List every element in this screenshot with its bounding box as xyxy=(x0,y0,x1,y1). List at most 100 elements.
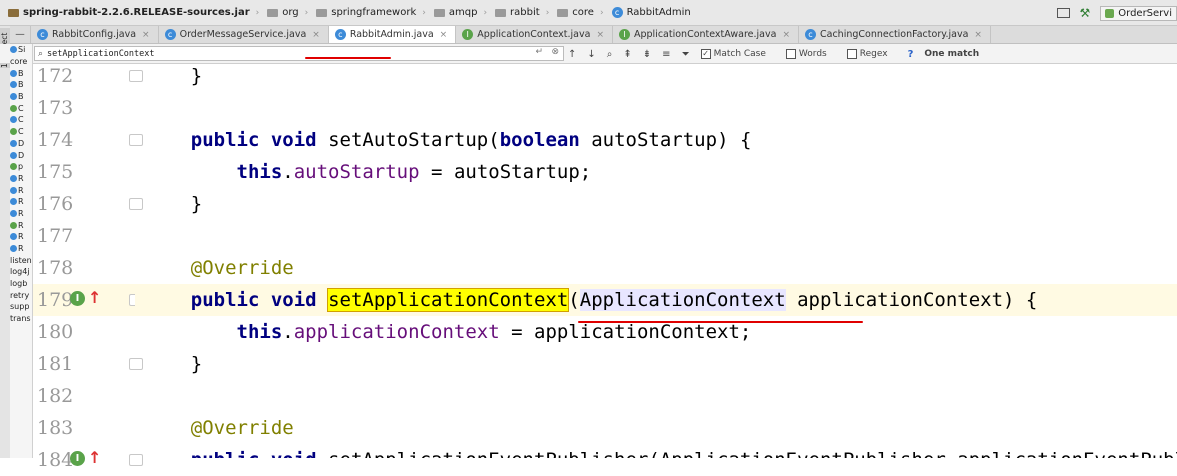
close-icon[interactable]: × xyxy=(440,30,448,40)
code-line[interactable]: @Override xyxy=(135,252,1177,284)
breadcrumb-item[interactable]: rabbit xyxy=(495,7,540,18)
code-line[interactable] xyxy=(135,92,1177,124)
close-icon[interactable]: × xyxy=(596,30,604,40)
breadcrumb-item-label: springframework xyxy=(331,7,416,18)
code-line[interactable]: public void setAutoStartup(boolean autoS… xyxy=(135,124,1177,156)
project-tree-item[interactable]: logb xyxy=(10,278,32,290)
class-icon: c xyxy=(37,29,48,40)
project-tree-item[interactable]: R xyxy=(10,196,32,208)
project-tree-item[interactable]: B xyxy=(10,67,32,79)
project-tree-item[interactable]: B xyxy=(10,91,32,103)
match-case-checkbox[interactable]: ✓Match Case xyxy=(701,49,777,59)
tab-label: OrderMessageService.java xyxy=(180,29,307,40)
remove-selection-icon[interactable]: ⇟ xyxy=(643,49,651,60)
project-tree-item[interactable]: R xyxy=(10,231,32,243)
regex-help-link[interactable]: ? xyxy=(908,49,914,60)
implements-icon[interactable]: I xyxy=(70,451,85,466)
tab-label: CachingConnectionFactory.java xyxy=(820,29,968,40)
override-arrow-icon[interactable]: ↑ xyxy=(88,288,101,307)
tab-ordermessageservice[interactable]: cOrderMessageService.java× xyxy=(159,26,329,43)
project-tree-item[interactable]: core xyxy=(10,56,32,68)
code-line[interactable]: } xyxy=(135,348,1177,380)
project-tree-item-label: C xyxy=(18,127,24,136)
newline-icon[interactable]: ↵ xyxy=(535,47,543,57)
next-occurrence-icon[interactable]: ↓ xyxy=(587,49,595,60)
project-tree-item[interactable]: listen xyxy=(10,254,32,266)
layout-icon[interactable] xyxy=(1057,8,1070,18)
checkbox-empty-icon xyxy=(847,49,857,59)
close-icon[interactable]: × xyxy=(974,30,982,40)
project-tree-item[interactable]: C xyxy=(10,102,32,114)
tab-cachingconnectionfactory[interactable]: c CachingConnectionFactory.java × xyxy=(799,26,991,43)
code-line[interactable]: this.autoStartup = autoStartup; xyxy=(135,156,1177,188)
tab-applicationcontextaware[interactable]: IApplicationContextAware.java× xyxy=(613,26,799,43)
code-line[interactable]: @Override xyxy=(135,412,1177,444)
close-icon[interactable]: × xyxy=(782,30,790,40)
code-line[interactable] xyxy=(135,380,1177,412)
class-icon: c xyxy=(335,29,346,40)
breadcrumb-item[interactable]: org xyxy=(267,7,298,18)
breadcrumb-jar[interactable]: spring-rabbit-2.2.6.RELEASE-sources.jar xyxy=(8,7,250,18)
tab-rabbitconfig[interactable]: c RabbitConfig.java × xyxy=(31,26,159,43)
class-icon: c xyxy=(805,29,816,40)
project-tree-item[interactable]: R xyxy=(10,208,32,220)
breadcrumb-current[interactable]: cRabbitAdmin xyxy=(612,7,691,18)
class-icon xyxy=(10,175,17,182)
class-icon xyxy=(10,140,17,147)
project-tree-item[interactable]: C xyxy=(10,114,32,126)
breadcrumb-item[interactable]: amqp xyxy=(434,7,478,18)
project-tree-item[interactable]: trans xyxy=(10,313,32,325)
run-config-selector[interactable]: OrderServi xyxy=(1100,6,1177,21)
breadcrumb-separator: › xyxy=(256,8,260,18)
class-icon xyxy=(10,128,17,135)
breadcrumb-item[interactable]: springframework xyxy=(316,7,416,18)
project-tree-item[interactable]: C xyxy=(10,126,32,138)
checkbox-empty-icon xyxy=(786,49,796,59)
project-tree-item[interactable]: retry xyxy=(10,289,32,301)
previous-occurrence-icon[interactable]: ↑ xyxy=(568,49,576,60)
project-tree-item[interactable]: R xyxy=(10,219,32,231)
filter-icon[interactable]: ⏷ xyxy=(682,49,690,60)
code-editor[interactable]: } public void setAutoStartup(boolean aut… xyxy=(135,64,1177,458)
words-checkbox[interactable]: Words xyxy=(786,49,838,59)
project-tree-item-label: C xyxy=(18,104,24,113)
code-line[interactable] xyxy=(135,220,1177,252)
folder-icon xyxy=(495,9,506,17)
project-tree-item[interactable]: Si xyxy=(10,44,32,56)
project-tree-item-label: p xyxy=(18,162,23,171)
line-number: 177 xyxy=(33,220,135,252)
line-number: 181 xyxy=(33,348,135,380)
breadcrumb-separator: › xyxy=(600,8,604,18)
regex-checkbox[interactable]: Regex xyxy=(847,49,899,59)
project-tree-item[interactable]: D xyxy=(10,138,32,150)
find-all-icon[interactable]: ⌕ xyxy=(607,49,613,60)
select-all-occurrences-icon[interactable]: ≡ xyxy=(662,49,670,60)
code-line[interactable]: } xyxy=(135,188,1177,220)
hammer-icon[interactable]: ⚒ xyxy=(1080,6,1091,20)
class-icon xyxy=(10,81,17,88)
search-input[interactable] xyxy=(43,49,467,59)
code-line[interactable]: } xyxy=(135,64,1177,92)
tab-overflow-button[interactable]: — xyxy=(10,26,31,43)
code-line[interactable]: public void setApplicationEventPublisher… xyxy=(135,444,1177,458)
clear-search-icon[interactable]: ⊗ xyxy=(551,47,559,57)
breadcrumb-item[interactable]: core xyxy=(557,7,594,18)
add-selection-icon[interactable]: ⇞ xyxy=(623,49,631,60)
project-tree-item[interactable]: D xyxy=(10,149,32,161)
project-tree-item[interactable]: supp xyxy=(10,301,32,313)
spring-icon xyxy=(1105,9,1114,18)
close-icon[interactable]: × xyxy=(142,30,150,40)
project-tree-item[interactable]: R xyxy=(10,173,32,185)
project-tree-item[interactable]: R xyxy=(10,184,32,196)
project-tree-item[interactable]: p xyxy=(10,161,32,173)
breadcrumb-separator: › xyxy=(422,8,426,18)
tab-applicationcontext[interactable]: IApplicationContext.java× xyxy=(456,26,613,43)
project-tree-item[interactable]: B xyxy=(10,79,32,91)
implements-icon[interactable]: I xyxy=(70,291,85,306)
close-icon[interactable]: × xyxy=(312,30,320,40)
project-tree-item[interactable]: R xyxy=(10,243,32,255)
project-tree-item[interactable]: log4j xyxy=(10,266,32,278)
code-line[interactable]: public void setApplicationContext(Applic… xyxy=(135,284,1177,316)
tab-rabbitadmin[interactable]: cRabbitAdmin.java× xyxy=(329,26,456,43)
tab-label: RabbitConfig.java xyxy=(52,29,136,40)
